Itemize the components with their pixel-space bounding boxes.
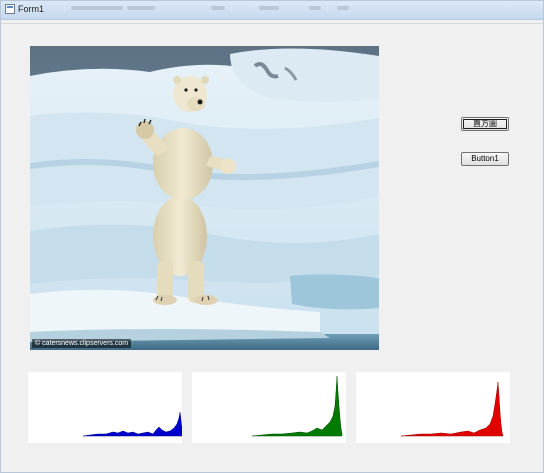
red-histogram-plot <box>400 381 504 437</box>
polar-bear-photo <box>30 46 379 350</box>
window-title: Form1 <box>18 4 45 14</box>
blue-histogram-plot <box>82 411 182 437</box>
red-histogram <box>356 372 510 443</box>
blue-histogram <box>28 372 182 443</box>
title-bar[interactable]: Form1 <box>1 1 543 20</box>
blurred-title-text <box>309 6 321 10</box>
red-histogram-area <box>400 381 504 437</box>
form1-window: Form1 © catersnews.clipservers.com 直方圖 B… <box>0 0 544 473</box>
photo-watermark: © catersnews.clipservers.com <box>32 339 132 348</box>
menu-divider <box>1 23 543 24</box>
blurred-title-text <box>71 6 123 10</box>
blurred-title-text <box>337 6 349 10</box>
blurred-title-text <box>259 6 279 10</box>
histogram-button[interactable]: 直方圖 <box>461 117 509 131</box>
green-histogram <box>192 372 346 443</box>
form-icon <box>5 4 15 14</box>
blue-histogram-area <box>82 411 182 437</box>
green-histogram-area <box>251 375 343 437</box>
picture-box: © catersnews.clipservers.com <box>30 46 379 350</box>
green-histogram-plot <box>251 375 343 437</box>
blurred-title-text <box>127 6 155 10</box>
blurred-title-text <box>211 6 225 10</box>
button1[interactable]: Button1 <box>461 152 509 166</box>
